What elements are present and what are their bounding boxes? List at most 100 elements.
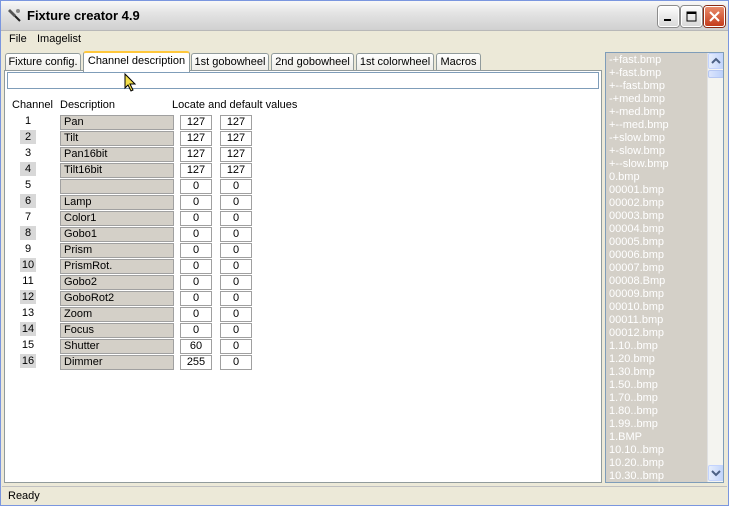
maximize-button[interactable] — [681, 6, 702, 27]
channel-description-field[interactable]: Gobo1 — [60, 227, 174, 242]
locate-value-field[interactable]: 0 — [180, 307, 212, 322]
locate-value-field[interactable]: 127 — [180, 147, 212, 162]
channel-description-field[interactable]: Prism — [60, 243, 174, 258]
image-list-scrollbar[interactable] — [707, 53, 723, 482]
channel-description-field[interactable]: Focus — [60, 323, 174, 338]
default-value-field[interactable]: 0 — [220, 259, 252, 274]
list-item[interactable]: -+slow.bmp — [609, 132, 665, 145]
list-item[interactable]: 00004.bmp — [609, 223, 664, 236]
channel-description-field[interactable]: Gobo2 — [60, 275, 174, 290]
channel-description-field[interactable]: Lamp — [60, 195, 174, 210]
list-item[interactable]: 1.99..bmp — [609, 418, 658, 431]
list-item[interactable]: 1.20.bmp — [609, 353, 655, 366]
locate-value-field[interactable]: 255 — [180, 355, 212, 370]
list-item[interactable]: +--fast.bmp — [609, 80, 665, 93]
menu-imagelist[interactable]: Imagelist — [37, 33, 81, 45]
locate-value-field[interactable]: 0 — [180, 211, 212, 226]
channel-description-field[interactable]: Pan16bit — [60, 147, 174, 162]
list-item[interactable]: 1.70..bmp — [609, 392, 658, 405]
locate-value-field[interactable]: 60 — [180, 339, 212, 354]
default-value-field[interactable]: 0 — [220, 179, 252, 194]
locate-value-field[interactable]: 0 — [180, 291, 212, 306]
minimize-button[interactable] — [658, 6, 679, 27]
list-item[interactable]: +--med.bmp — [609, 119, 669, 132]
locate-value-field[interactable]: 0 — [180, 195, 212, 210]
locate-value-field[interactable]: 127 — [180, 163, 212, 178]
locate-value-field[interactable]: 127 — [180, 115, 212, 130]
tab-1st-gobowheel[interactable]: 1st gobowheel — [191, 53, 269, 71]
scroll-down-button[interactable] — [708, 465, 723, 481]
default-value-field[interactable]: 0 — [220, 275, 252, 290]
list-item[interactable]: 00010.bmp — [609, 301, 664, 314]
tab-fixture-config[interactable]: Fixture config. — [5, 53, 81, 71]
list-item[interactable]: +-med.bmp — [609, 106, 665, 119]
default-value-field[interactable]: 0 — [220, 243, 252, 258]
default-value-field[interactable]: 0 — [220, 227, 252, 242]
scroll-up-button[interactable] — [708, 53, 723, 69]
locate-value-field[interactable]: 0 — [180, 275, 212, 290]
list-item[interactable]: 00006.bmp — [609, 249, 664, 262]
scroll-thumb[interactable] — [708, 70, 723, 78]
list-item[interactable]: 1.80..bmp — [609, 405, 658, 418]
default-value-field[interactable]: 127 — [220, 147, 252, 162]
list-item[interactable]: +-slow.bmp — [609, 145, 665, 158]
default-value-field[interactable]: 0 — [220, 307, 252, 322]
channel-description-field[interactable]: Pan — [60, 115, 174, 130]
default-value-field[interactable]: 0 — [220, 339, 252, 354]
locate-value-field[interactable]: 0 — [180, 259, 212, 274]
list-item[interactable]: 1.10..bmp — [609, 340, 658, 353]
default-value-field[interactable]: 0 — [220, 291, 252, 306]
default-value-field[interactable]: 127 — [220, 115, 252, 130]
default-value-field[interactable]: 127 — [220, 131, 252, 146]
list-item[interactable]: 10.10..bmp — [609, 444, 664, 457]
channel-description-field[interactable]: Tilt16bit — [60, 163, 174, 178]
channel-description-field[interactable]: Tilt — [60, 131, 174, 146]
channel-description-field[interactable]: Dimmer — [60, 355, 174, 370]
close-button[interactable] — [704, 6, 725, 27]
list-item[interactable]: 10.20..bmp — [609, 457, 664, 470]
locate-value-field[interactable]: 0 — [180, 179, 212, 194]
locate-value-field[interactable]: 0 — [180, 243, 212, 258]
channel-description-field[interactable]: Zoom — [60, 307, 174, 322]
list-item[interactable]: -+fast.bmp — [609, 54, 661, 67]
locate-value-field[interactable]: 0 — [180, 323, 212, 338]
tab-2nd-gobowheel[interactable]: 2nd gobowheel — [271, 53, 354, 71]
default-value-field[interactable]: 0 — [220, 355, 252, 370]
channel-description-field[interactable]: Shutter — [60, 339, 174, 354]
image-list[interactable]: -+fast.bmp +-fast.bmp +--fast.bmp -+med.bmp… — [605, 52, 724, 483]
tab-channel-description[interactable]: Channel description — [83, 51, 190, 72]
list-item[interactable]: 00008.Bmp — [609, 275, 665, 288]
channel-number: 2 — [20, 130, 36, 144]
list-item[interactable]: 00002.bmp — [609, 197, 664, 210]
channel-description-field[interactable]: PrismRot. — [60, 259, 174, 274]
title-bar[interactable]: Fixture creator 4.9 — [1, 1, 728, 31]
default-value-field[interactable]: 0 — [220, 195, 252, 210]
list-item[interactable]: 1.30.bmp — [609, 366, 655, 379]
list-item[interactable]: 10.30..bmp — [609, 470, 664, 482]
locate-value-field[interactable]: 127 — [180, 131, 212, 146]
channel-description-field[interactable] — [60, 179, 174, 194]
tab-1st-colorwheel[interactable]: 1st colorwheel — [356, 53, 434, 71]
channel-description-field[interactable]: Color1 — [60, 211, 174, 226]
list-item[interactable]: 00005.bmp — [609, 236, 664, 249]
list-item[interactable]: 1.BMP — [609, 431, 642, 444]
list-item[interactable]: 00012.bmp — [609, 327, 664, 340]
default-value-field[interactable]: 127 — [220, 163, 252, 178]
list-item[interactable]: 00003.bmp — [609, 210, 664, 223]
default-value-field[interactable]: 0 — [220, 211, 252, 226]
list-item[interactable]: 00001.bmp — [609, 184, 664, 197]
menu-file[interactable]: File — [9, 33, 27, 45]
list-item[interactable]: 1.50..bmp — [609, 379, 658, 392]
list-item[interactable]: 00011.bmp — [609, 314, 663, 327]
list-item[interactable]: -+med.bmp — [609, 93, 665, 106]
list-item[interactable]: +-fast.bmp — [609, 67, 661, 80]
tab-macros[interactable]: Macros — [436, 53, 481, 71]
locate-value-field[interactable]: 0 — [180, 227, 212, 242]
list-item[interactable]: 0.bmp — [609, 171, 640, 184]
list-item[interactable]: 00007.bmp — [609, 262, 664, 275]
fixture-name-field[interactable] — [7, 72, 599, 89]
default-value-field[interactable]: 0 — [220, 323, 252, 338]
channel-description-field[interactable]: GoboRot2 — [60, 291, 174, 306]
list-item[interactable]: +--slow.bmp — [609, 158, 669, 171]
list-item[interactable]: 00009.bmp — [609, 288, 664, 301]
